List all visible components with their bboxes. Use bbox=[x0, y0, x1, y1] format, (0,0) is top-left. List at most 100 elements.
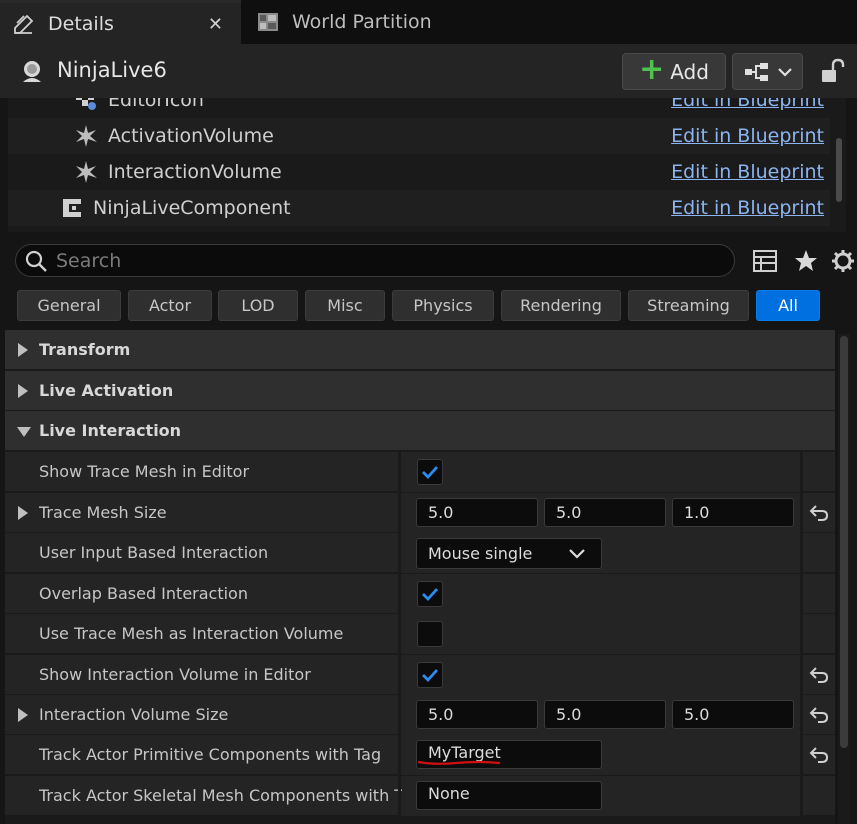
property-label: Use Trace Mesh as Interaction Volume bbox=[39, 624, 344, 643]
blueprint-hierarchy-icon bbox=[744, 62, 768, 81]
track-skeletal-tag-field[interactable]: None bbox=[416, 781, 602, 810]
tree-item-activationvolume[interactable]: ActivationVolume Edit in Blueprint bbox=[8, 118, 830, 154]
property-label: Show Trace Mesh in Editor bbox=[39, 462, 250, 481]
expand-arrow-icon[interactable] bbox=[17, 708, 29, 722]
property-track-primitive: Track Actor Primitive Components with Ta… bbox=[5, 735, 835, 775]
property-label: Track Actor Primitive Components with Ta… bbox=[39, 745, 382, 764]
reset-to-default-icon[interactable] bbox=[809, 503, 829, 523]
tab-details-label: Details bbox=[48, 12, 114, 35]
category-live-interaction[interactable]: Live Interaction bbox=[5, 411, 835, 451]
use-trace-mesh-checkbox[interactable] bbox=[417, 621, 443, 647]
property-panel: Transform Live Activation Live Interacti… bbox=[5, 330, 835, 824]
add-component-button[interactable]: + Add bbox=[622, 53, 726, 90]
property-show-interaction-volume: Show Interaction Volume in Editor bbox=[5, 655, 835, 695]
property-label: Trace Mesh Size bbox=[39, 503, 167, 522]
tab-world-partition-label: World Partition bbox=[292, 11, 432, 33]
category-label: Transform bbox=[39, 340, 131, 359]
volume-icon bbox=[76, 161, 97, 183]
expand-arrow-icon bbox=[18, 384, 28, 398]
category-label: Live Activation bbox=[39, 381, 174, 400]
pencil-icon bbox=[14, 14, 34, 34]
interaction-volume-size-z-field[interactable]: 5.0 bbox=[672, 700, 794, 729]
chevron-down-icon bbox=[777, 67, 792, 77]
edit-in-blueprint-link[interactable]: Edit in Blueprint bbox=[671, 98, 824, 111]
interaction-volume-size-y-field[interactable]: 5.0 bbox=[544, 700, 666, 729]
filter-lod[interactable]: LOD bbox=[218, 290, 298, 321]
property-user-input: User Input Based Interaction Mouse singl… bbox=[5, 533, 835, 573]
gear-icon[interactable] bbox=[830, 248, 856, 274]
grid-icon bbox=[258, 13, 278, 31]
reset-to-default-icon[interactable] bbox=[809, 665, 829, 685]
trace-mesh-size-x-field[interactable]: 5.0 bbox=[416, 498, 538, 527]
trace-mesh-size-y-field[interactable]: 5.0 bbox=[544, 498, 666, 527]
tree-item-label: NinjaLiveComponent bbox=[93, 197, 291, 219]
checkmark-icon bbox=[422, 466, 439, 480]
property-show-trace-mesh: Show Trace Mesh in Editor bbox=[5, 452, 835, 492]
category-live-activation[interactable]: Live Activation bbox=[5, 371, 835, 411]
collapse-arrow-icon bbox=[17, 427, 31, 437]
red-underline-annotation bbox=[417, 760, 501, 765]
property-trace-mesh-size: Trace Mesh Size 5.0 5.0 1.0 bbox=[5, 493, 835, 533]
checkmark-icon bbox=[422, 588, 439, 602]
tree-item-interactionvolume[interactable]: InteractionVolume Edit in Blueprint bbox=[8, 154, 830, 190]
tree-scrollbar[interactable] bbox=[836, 138, 842, 202]
component-tree: EditorIcon Edit in Blueprint ActivationV… bbox=[8, 98, 846, 232]
actor-icon bbox=[23, 61, 41, 82]
tree-item-label: ActivationVolume bbox=[108, 125, 274, 147]
unlock-icon[interactable] bbox=[819, 58, 845, 84]
chevron-down-icon bbox=[569, 549, 585, 559]
filter-all[interactable]: All bbox=[756, 290, 820, 321]
checkmark-icon bbox=[422, 669, 439, 683]
property-label: User Input Based Interaction bbox=[39, 543, 269, 562]
filter-general[interactable]: General bbox=[17, 290, 121, 321]
filter-streaming[interactable]: Streaming bbox=[628, 290, 749, 321]
tab-bar: Details ✕ World Partition bbox=[0, 0, 857, 44]
edit-in-blueprint-link[interactable]: Edit in Blueprint bbox=[671, 161, 824, 183]
details-header: NinjaLive6 + Add bbox=[0, 44, 857, 98]
filter-rendering[interactable]: Rendering bbox=[501, 290, 621, 321]
add-label: Add bbox=[670, 59, 709, 84]
overlap-checkbox[interactable] bbox=[417, 581, 443, 607]
checker-icon bbox=[76, 98, 96, 110]
volume-icon bbox=[76, 125, 97, 147]
user-input-dropdown[interactable]: Mouse single bbox=[416, 538, 602, 569]
blueprint-button[interactable] bbox=[732, 53, 803, 90]
dropdown-value: Mouse single bbox=[428, 544, 533, 563]
filter-actor[interactable]: Actor bbox=[128, 290, 212, 321]
close-icon[interactable]: ✕ bbox=[208, 14, 223, 35]
table-view-icon[interactable] bbox=[752, 248, 778, 274]
expand-arrow-icon bbox=[18, 343, 28, 357]
edit-in-blueprint-link[interactable]: Edit in Blueprint bbox=[671, 197, 824, 219]
trace-mesh-size-z-field[interactable]: 1.0 bbox=[672, 498, 794, 527]
plus-icon: + bbox=[639, 51, 665, 87]
tree-item-label: InteractionVolume bbox=[108, 161, 282, 183]
category-transform[interactable]: Transform bbox=[5, 330, 835, 370]
search-icon bbox=[25, 250, 47, 272]
tab-details[interactable]: Details ✕ bbox=[0, 0, 241, 44]
tab-world-partition[interactable]: World Partition bbox=[244, 0, 444, 44]
filter-physics[interactable]: Physics bbox=[392, 290, 494, 321]
filter-misc[interactable]: Misc bbox=[305, 290, 385, 321]
property-label: Overlap Based Interaction bbox=[39, 584, 248, 603]
show-interaction-volume-checkbox[interactable] bbox=[417, 662, 443, 688]
edit-in-blueprint-link[interactable]: Edit in Blueprint bbox=[671, 125, 824, 147]
tree-item-editoricon[interactable]: EditorIcon Edit in Blueprint bbox=[8, 98, 830, 118]
property-label: Track Actor Skeletal Mesh Components wit… bbox=[39, 786, 422, 805]
property-interaction-volume-size: Interaction Volume Size 5.0 5.0 5.0 bbox=[5, 695, 835, 735]
tree-item-label: EditorIcon bbox=[108, 98, 204, 111]
reset-to-default-icon[interactable] bbox=[809, 705, 829, 725]
actor-component-icon bbox=[63, 199, 81, 217]
property-track-skeletal: Track Actor Skeletal Mesh Components wit… bbox=[5, 776, 835, 816]
property-label: Interaction Volume Size bbox=[39, 705, 229, 724]
interaction-volume-size-x-field[interactable]: 5.0 bbox=[416, 700, 538, 729]
property-label: Show Interaction Volume in Editor bbox=[39, 665, 311, 684]
reset-to-default-icon[interactable] bbox=[809, 745, 829, 765]
property-scrollbar[interactable] bbox=[838, 334, 850, 824]
show-trace-mesh-checkbox[interactable] bbox=[417, 459, 443, 485]
star-icon[interactable] bbox=[793, 248, 819, 274]
scrollbar-thumb[interactable] bbox=[840, 336, 848, 748]
expand-arrow-icon[interactable] bbox=[17, 506, 29, 520]
search-input[interactable] bbox=[56, 247, 716, 275]
tree-item-ninjalivecomponent[interactable]: NinjaLiveComponent Edit in Blueprint bbox=[8, 190, 830, 226]
property-use-trace-mesh: Use Trace Mesh as Interaction Volume bbox=[5, 614, 835, 654]
